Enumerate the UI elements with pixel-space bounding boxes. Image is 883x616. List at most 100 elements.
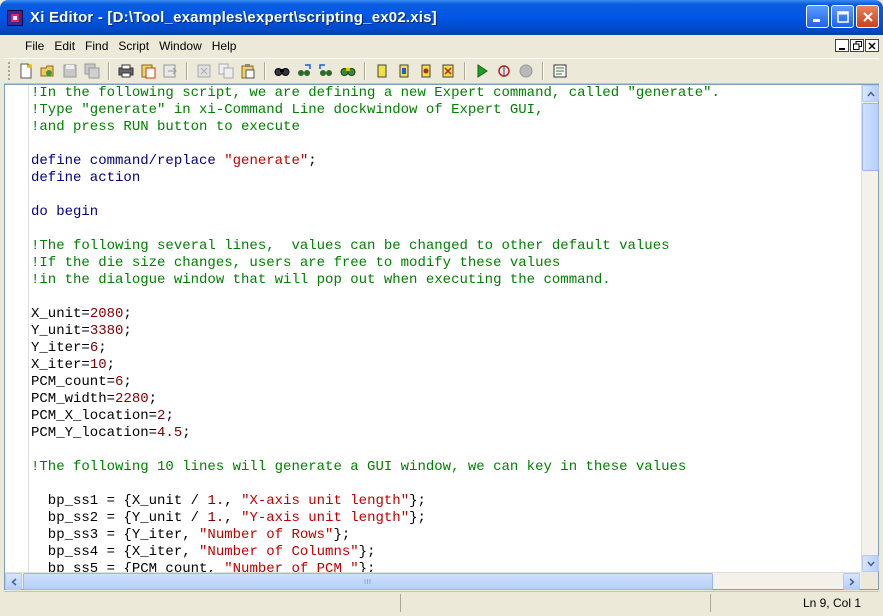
code-line[interactable]: !The following several lines, values can…: [31, 238, 861, 255]
code-line[interactable]: bp_ss2 = {Y_unit / 1., "Y-axis unit leng…: [31, 510, 861, 527]
status-divider: [400, 594, 401, 612]
mdi-restore-button[interactable]: [850, 39, 864, 52]
code-token: "Number of Rows": [199, 527, 334, 543]
code-line[interactable]: PCM_width=2280;: [31, 391, 861, 408]
code-token: PCM_width=: [31, 391, 116, 407]
code-token: define action: [31, 170, 141, 186]
vertical-scroll-thumb[interactable]: [862, 103, 879, 171]
code-token: !The following 10 lines will generate a …: [31, 459, 687, 475]
menu-edit[interactable]: Edit: [49, 39, 80, 53]
code-token: bp_ss4 = {X_iter,: [31, 544, 200, 560]
code-token: "generate": [224, 153, 309, 169]
code-line[interactable]: [31, 187, 861, 204]
run-icon[interactable]: [473, 62, 491, 80]
save-icon[interactable]: [61, 62, 79, 80]
menu-window[interactable]: Window: [154, 39, 207, 53]
menu-file[interactable]: File: [20, 39, 49, 53]
code-line[interactable]: bp_ss3 = {Y_iter, "Number of Rows"};: [31, 527, 861, 544]
scroll-right-button[interactable]: [843, 573, 860, 590]
scroll-up-button[interactable]: [862, 85, 879, 102]
export-icon[interactable]: [161, 62, 179, 80]
vertical-scrollbar[interactable]: [861, 85, 879, 572]
scroll-down-button[interactable]: [862, 555, 879, 572]
code-token: ;: [123, 374, 132, 390]
paste-icon[interactable]: [239, 62, 257, 80]
find-icon[interactable]: [273, 62, 291, 80]
scroll-left-button[interactable]: [5, 573, 22, 590]
find-next-icon[interactable]: [295, 62, 313, 80]
code-line[interactable]: !in the dialogue window that will pop ou…: [31, 272, 861, 289]
code-line[interactable]: define command/replace "generate";: [31, 153, 861, 170]
minimize-button[interactable]: [806, 5, 829, 28]
code-token: ;: [106, 357, 116, 373]
code-line[interactable]: [31, 476, 861, 493]
code-token: !If the die size changes, users are free…: [31, 255, 561, 271]
code-line[interactable]: Y_iter=6;: [31, 340, 861, 357]
mdi-minimize-button[interactable]: [835, 39, 849, 52]
menu-help[interactable]: Help: [207, 39, 242, 53]
code-token: 4.5: [157, 425, 183, 441]
toggle-bookmark-icon[interactable]: [395, 62, 413, 80]
code-area[interactable]: !In the following script, we are definin…: [31, 85, 861, 572]
code-line[interactable]: X_iter=10;: [31, 357, 861, 374]
menu-script[interactable]: Script: [113, 39, 154, 53]
xi-editor-icon[interactable]: [7, 9, 23, 26]
stop-icon[interactable]: [517, 62, 535, 80]
mdi-close-button[interactable]: [865, 39, 879, 52]
cut-icon[interactable]: [195, 62, 213, 80]
code-line[interactable]: bp_ss5 = {PCM_count, "Number of PCM "};: [31, 561, 861, 572]
code-line[interactable]: !The following 10 lines will generate a …: [31, 459, 861, 476]
code-line[interactable]: !In the following script, we are definin…: [31, 85, 861, 102]
editor-gutter[interactable]: [5, 85, 29, 572]
code-line[interactable]: [31, 136, 861, 153]
code-line[interactable]: Y_unit=3380;: [31, 323, 861, 340]
code-line[interactable]: [31, 442, 861, 459]
code-token: ;: [165, 408, 174, 424]
maximize-button[interactable]: [831, 5, 854, 28]
code-line[interactable]: [31, 221, 861, 238]
clear-bookmarks-icon[interactable]: [439, 62, 457, 80]
code-line[interactable]: [31, 289, 861, 306]
open-file-icon[interactable]: [39, 62, 57, 80]
grip-icon: [364, 579, 371, 584]
code-token: PCM_X_location=: [31, 408, 158, 424]
code-token: !The following several lines, values can…: [31, 238, 670, 254]
code-line[interactable]: PCM_Y_location=4.5;: [31, 425, 861, 442]
print-icon[interactable]: [117, 62, 135, 80]
copy-icon[interactable]: [217, 62, 235, 80]
code-line[interactable]: bp_ss1 = {X_unit / 1., "X-axis unit leng…: [31, 493, 861, 510]
close-icon: [868, 41, 876, 50]
title-bar[interactable]: Xi Editor - [D:\Tool_examples\expert\scr…: [0, 0, 883, 35]
code-token: ;: [182, 425, 191, 441]
code-line[interactable]: bp_ss4 = {X_iter, "Number of Columns"};: [31, 544, 861, 561]
code-token: };: [358, 561, 376, 572]
code-editor[interactable]: !In the following script, we are definin…: [4, 84, 879, 590]
code-token: };: [333, 527, 351, 543]
next-bookmark-icon[interactable]: [417, 62, 435, 80]
code-line[interactable]: define action: [31, 170, 861, 187]
settings-icon[interactable]: [551, 62, 569, 80]
toolbar-separator: [464, 62, 466, 80]
new-file-icon[interactable]: [17, 62, 35, 80]
find-prev-icon[interactable]: [317, 62, 335, 80]
horizontal-scroll-thumb[interactable]: [23, 573, 713, 590]
code-line[interactable]: do begin: [31, 204, 861, 221]
code-token: 3380: [89, 323, 124, 339]
code-line[interactable]: PCM_count=6;: [31, 374, 861, 391]
code-line[interactable]: X_unit=2080;: [31, 306, 861, 323]
horizontal-scrollbar[interactable]: [5, 572, 861, 590]
close-button[interactable]: [856, 5, 879, 28]
code-token: PCM_Y_location=: [31, 425, 158, 441]
code-line[interactable]: !Type "generate" in xi-Command Line dock…: [31, 102, 861, 119]
code-line[interactable]: !If the die size changes, users are free…: [31, 255, 861, 272]
save-all-icon[interactable]: [83, 62, 101, 80]
bookmark-icon[interactable]: [373, 62, 391, 80]
code-line[interactable]: !and press RUN button to execute: [31, 119, 861, 136]
toolbar-grip[interactable]: [8, 62, 11, 80]
code-line[interactable]: PCM_X_location=2;: [31, 408, 861, 425]
debug-icon[interactable]: [495, 62, 513, 80]
replace-icon[interactable]: [339, 62, 357, 80]
toolbar-separator: [108, 62, 110, 80]
paste-special-icon[interactable]: [139, 62, 157, 80]
menu-find[interactable]: Find: [80, 39, 113, 53]
